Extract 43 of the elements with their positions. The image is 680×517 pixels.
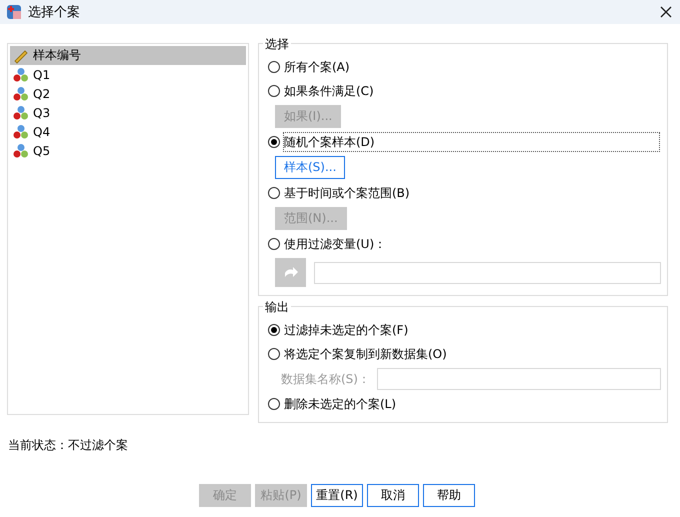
- radio-button[interactable]: [268, 85, 280, 97]
- variable-list[interactable]: 样本编号 Q1 Q2 Q3 Q4 Q5: [7, 43, 249, 415]
- radio-label[interactable]: 随机个案样本(D): [283, 132, 660, 152]
- field-label: 数据集名称(S)：: [281, 370, 371, 388]
- circles-icon: [13, 104, 29, 120]
- variable-item[interactable]: Q2: [10, 84, 246, 103]
- dialog-button[interactable]: 样本(S)...: [275, 156, 346, 179]
- radio-label[interactable]: 如果条件满足(C): [283, 81, 375, 101]
- radio-button[interactable]: [268, 324, 280, 336]
- dialog-button[interactable]: 帮助: [423, 484, 475, 507]
- radio-label[interactable]: 使用过滤变量(U)：: [283, 234, 388, 254]
- variable-item[interactable]: 样本编号: [10, 46, 246, 65]
- variable-item[interactable]: Q1: [10, 65, 246, 84]
- radio-label[interactable]: 将选定个案复制到新数据集(O): [283, 344, 448, 364]
- radio-label[interactable]: 过滤掉未选定的个案(F): [283, 320, 410, 340]
- input-field[interactable]: [314, 262, 661, 284]
- radio-button[interactable]: [268, 348, 280, 360]
- group-title: 输出: [263, 299, 291, 316]
- variable-item[interactable]: Q5: [10, 141, 246, 160]
- ruler-icon: [13, 48, 29, 64]
- circles-icon: [13, 142, 29, 158]
- circles-icon: [13, 124, 29, 140]
- window-title: 选择个案: [28, 4, 81, 21]
- radio-button[interactable]: [268, 136, 280, 148]
- variable-item[interactable]: Q4: [10, 122, 246, 141]
- radio-button[interactable]: [268, 61, 280, 73]
- radio-label[interactable]: 删除未选定的个案(L): [283, 394, 398, 414]
- close-icon[interactable]: [660, 6, 672, 18]
- arrow-icon: [284, 266, 298, 278]
- app-icon: [6, 4, 22, 20]
- radio-button[interactable]: [268, 238, 280, 250]
- dialog-button[interactable]: 取消: [367, 484, 419, 507]
- status-text: 当前状态：不过滤个案: [7, 437, 129, 454]
- circles-icon: [13, 86, 29, 102]
- radio-label[interactable]: 所有个案(A): [283, 57, 351, 77]
- dialog-button[interactable]: 重置(R): [311, 484, 363, 507]
- circles-icon: [13, 66, 29, 82]
- radio-label[interactable]: 基于时间或个案范围(B): [283, 183, 411, 203]
- radio-button[interactable]: [268, 398, 280, 410]
- radio-button[interactable]: [268, 187, 280, 199]
- group-title: 选择: [263, 36, 291, 53]
- variable-item[interactable]: Q3: [10, 103, 246, 122]
- input-field[interactable]: [377, 368, 661, 390]
